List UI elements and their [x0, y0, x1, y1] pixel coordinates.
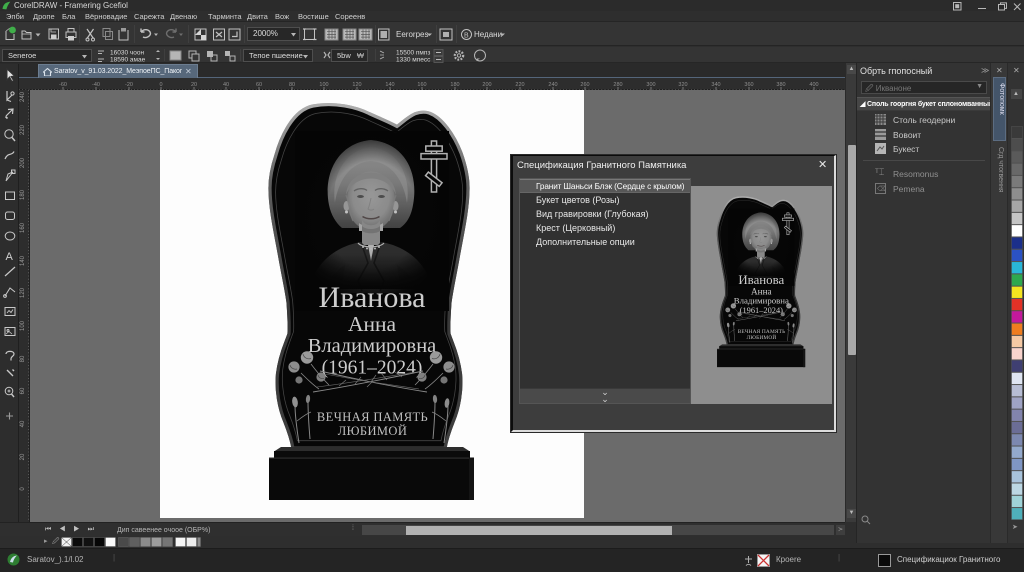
svg-text:16030 чоон: 16030 чоон [110, 50, 144, 57]
svg-text:220: 220 [20, 124, 26, 135]
svg-text:A: A [6, 251, 14, 263]
svg-text:100: 100 [20, 320, 26, 331]
svg-text:180: 180 [20, 189, 26, 200]
svg-text:Недани: Недани [474, 30, 502, 39]
svg-text:20: 20 [20, 453, 26, 460]
svg-text:⌫: ⌫ [877, 185, 886, 193]
svg-text:120: 120 [20, 287, 26, 298]
svg-text:15500 пмпз: 15500 пмпз [396, 50, 430, 57]
svg-text:200: 200 [20, 157, 26, 168]
svg-text:160: 160 [20, 222, 26, 233]
svg-text:40: 40 [20, 420, 26, 427]
svg-text:Eerorpes: Eerorpes [396, 30, 428, 39]
svg-text:0: 0 [20, 487, 26, 491]
svg-text:80: 80 [20, 355, 26, 362]
svg-text:140: 140 [20, 255, 26, 266]
svg-text:60: 60 [20, 387, 26, 394]
svg-text:240: 240 [20, 91, 26, 102]
svg-text:В: В [464, 33, 469, 40]
